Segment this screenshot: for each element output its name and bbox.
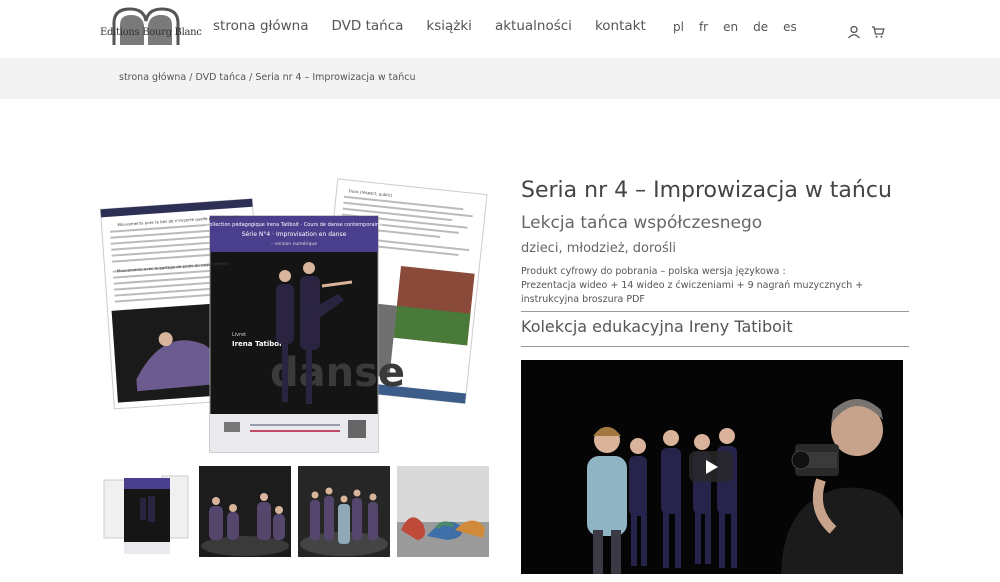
product-title: Seria nr 4 – Improwizacja w tańcu — [521, 178, 892, 203]
logo[interactable]: Editions Bourg Blanc — [100, 5, 202, 49]
cart-icon[interactable] — [871, 25, 885, 39]
cover-watermark: danse — [270, 350, 405, 396]
site-header: Editions Bourg Blanc strona główna DVD t… — [0, 0, 1000, 58]
divider — [521, 346, 909, 347]
cover-author-label: Livret — [232, 332, 246, 338]
cover-line1: Collection pédagogique Irena Tatiboit · … — [206, 221, 382, 228]
nav-contact[interactable]: kontakt — [595, 18, 646, 34]
lang-pl[interactable]: pl — [673, 20, 684, 34]
product-audience: dzieci, młodzież, dorośli — [521, 241, 677, 256]
lang-en[interactable]: en — [723, 20, 738, 34]
thumbnail-dancers-2[interactable] — [298, 466, 390, 557]
product-main-image[interactable]: Collection pédagogique Irena Tatiboit · … — [99, 176, 490, 456]
booklet-collage: Collection pédagogique Irena Tatiboit · … — [99, 178, 488, 453]
product-description: Produkt cyfrowy do pobrania – polska wer… — [521, 265, 901, 307]
thumbnail-image — [100, 466, 192, 557]
logo-text: Editions Bourg Blanc — [100, 27, 202, 38]
breadcrumb-separator: / — [246, 72, 256, 83]
collection-title: Kolekcja edukacyjna Ireny Tatiboit — [521, 317, 793, 336]
language-switcher: pl fr en de es — [673, 20, 812, 34]
video-player[interactable] — [521, 360, 903, 574]
thumbnail-booklet[interactable] — [100, 466, 192, 557]
thumbnail-dancers-floor[interactable] — [397, 466, 489, 557]
lang-de[interactable]: de — [753, 20, 768, 34]
thumbnail-image — [397, 466, 489, 557]
main-nav: strona główna DVD tańca książki aktualno… — [213, 18, 669, 34]
nav-news[interactable]: aktualności — [495, 18, 572, 34]
play-button[interactable] — [689, 451, 733, 482]
breadcrumb: strona główna / DVD tańca / Seria nr 4 –… — [119, 72, 415, 83]
description-line: Prezentacja wideo + 14 wideo z ćwiczenia… — [521, 280, 864, 305]
thumbnail-image — [199, 466, 291, 557]
thumbnail-dancers-1[interactable] — [199, 466, 291, 557]
breadcrumb-home[interactable]: strona główna — [119, 72, 186, 83]
breadcrumb-category[interactable]: DVD tańca — [195, 72, 246, 83]
nav-home[interactable]: strona główna — [213, 18, 309, 34]
product-subtitle: Lekcja tańca współczesnego — [521, 213, 763, 233]
cover-line2: Série N°4 · Improvisation en danse — [242, 231, 347, 238]
cover-line3: – version numérique — [271, 240, 317, 247]
lang-fr[interactable]: fr — [699, 20, 708, 34]
user-icon[interactable] — [847, 25, 861, 39]
nav-books[interactable]: książki — [426, 18, 472, 34]
lang-es[interactable]: es — [783, 20, 797, 34]
thumbnail-image — [298, 466, 390, 557]
description-line: Produkt cyfrowy do pobrania – polska wer… — [521, 266, 786, 277]
breadcrumb-current: Seria nr 4 – Improwizacja w tańcu — [255, 72, 416, 83]
nav-dance-dvd[interactable]: DVD tańca — [332, 18, 404, 34]
divider — [521, 311, 909, 312]
